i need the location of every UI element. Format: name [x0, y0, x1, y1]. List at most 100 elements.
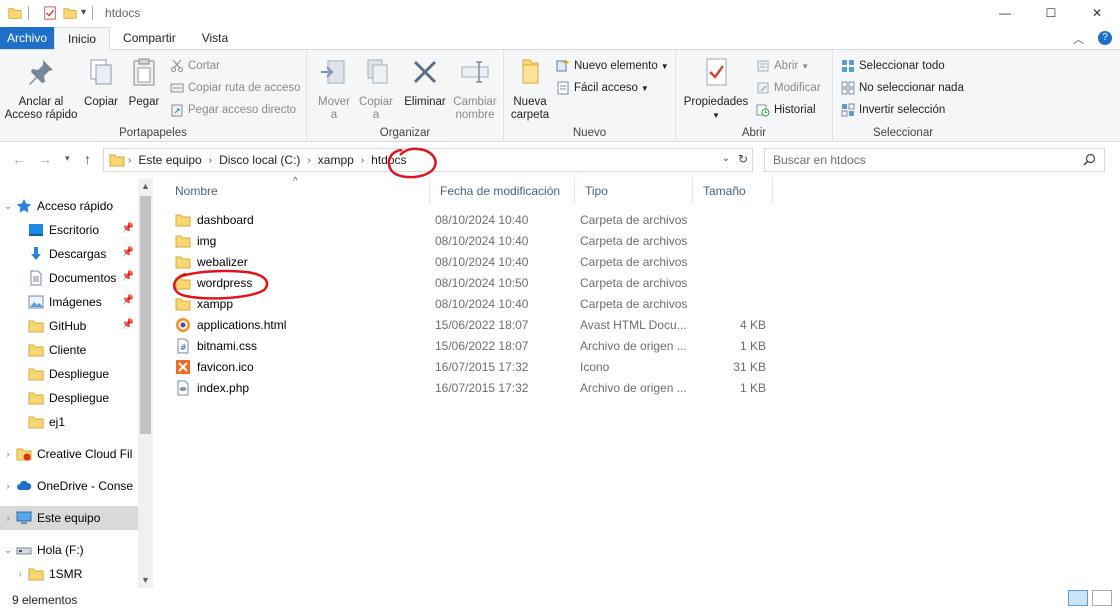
scroll-down-icon[interactable]: ▼ [141, 575, 150, 585]
new-folder-button[interactable]: Nueva carpeta [508, 56, 552, 122]
large-icons-view-button[interactable] [1092, 590, 1112, 606]
collapsed-chevron-icon[interactable]: › [0, 481, 16, 492]
new-folder-icon[interactable] [63, 6, 77, 20]
nav-item-desktop[interactable]: Escritorio 📌 [0, 218, 138, 242]
pin-icon[interactable]: 📌 [122, 295, 134, 306]
customize-quick-access-icon[interactable]: ▾ [81, 7, 86, 18]
nav-drive-f[interactable]: ⌄ Hola (F:) [0, 538, 138, 562]
breadcrumb-this-pc[interactable]: Este equipo [138, 153, 201, 167]
select-none-button[interactable]: No seleccionar nada [841, 79, 964, 97]
column-header-name[interactable]: Nombre [165, 178, 430, 204]
breadcrumb-separator-icon[interactable]: › [307, 155, 310, 166]
tab-view[interactable]: Vista [189, 27, 241, 49]
copy-button[interactable]: Copiar [82, 56, 120, 109]
nav-item-cliente[interactable]: Cliente [0, 338, 138, 362]
breadcrumb-separator-icon[interactable]: › [209, 155, 212, 166]
nav-item-documents[interactable]: Documentos 📌 [0, 266, 138, 290]
collapse-ribbon-icon[interactable]: ︿ [1073, 31, 1084, 47]
edit-button[interactable]: Modificar [756, 79, 821, 97]
column-header-type[interactable]: Tipo [575, 178, 693, 204]
nav-onedrive[interactable]: › OneDrive - Conse [0, 474, 138, 498]
open-button[interactable]: Abrir ▼ [756, 57, 809, 75]
file-name-cell[interactable]: applications.html [175, 314, 425, 335]
history-button[interactable]: Historial [756, 101, 816, 119]
pin-quick-access-button[interactable]: Anclar al Acceso rápido [4, 56, 78, 122]
file-row[interactable]: webalizer 08/10/2024 10:40 Carpeta de arch… [165, 251, 775, 272]
breadcrumb-local-disk[interactable]: Disco local (C:) [219, 153, 300, 167]
scroll-up-icon[interactable]: ▲ [141, 181, 150, 191]
pin-icon[interactable]: 📌 [122, 271, 134, 282]
file-name-cell[interactable]: wordpress [175, 272, 425, 293]
rename-button[interactable]: Cambiar nombre [451, 56, 499, 122]
file-name-cell[interactable]: # bitnami.css [175, 335, 425, 356]
file-row[interactable]: # bitnami.css 15/06/2022 18:07 Archivo de o… [165, 335, 775, 356]
file-row[interactable]: wordpress 08/10/2024 10:50 Carpeta de arch… [165, 272, 775, 293]
file-name-cell[interactable]: img [175, 230, 425, 251]
nav-item-despliegue-2[interactable]: Despliegue [0, 386, 138, 410]
copy-to-button[interactable]: Copiar a [357, 56, 395, 122]
file-name-cell[interactable]: xampp [175, 293, 425, 314]
details-view-button[interactable] [1068, 590, 1088, 606]
breadcrumb-xampp[interactable]: xampp [318, 153, 354, 167]
file-name-cell[interactable]: webalizer [175, 251, 425, 272]
properties-checkmark-icon[interactable] [43, 5, 57, 20]
file-name-cell[interactable]: dashboard [175, 209, 425, 230]
pin-icon[interactable]: 📌 [122, 319, 134, 330]
file-name-cell[interactable]: favicon.ico [175, 356, 425, 377]
help-icon[interactable]: ? [1098, 31, 1112, 45]
easy-access-button[interactable]: Fácil acceso ▼ [556, 79, 649, 97]
breadcrumb-separator-icon[interactable]: › [361, 155, 364, 166]
maximize-button[interactable]: ☐ [1028, 0, 1074, 25]
file-row[interactable]: xampp 08/10/2024 10:40 Carpeta de archivos [165, 293, 775, 314]
file-row[interactable]: applications.html 15/06/2022 18:07 Avast H… [165, 314, 775, 335]
collapsed-chevron-icon[interactable]: › [0, 449, 16, 460]
column-header-size[interactable]: Tamaño [693, 178, 773, 204]
file-row[interactable]: favicon.ico 16/07/2015 17:32 Icono 31 KB [165, 356, 775, 377]
recent-locations-chevron-icon[interactable]: ▾ [65, 153, 70, 164]
properties-button[interactable]: Propiedades ▼ [680, 56, 752, 122]
paste-shortcut-button[interactable]: Pegar acceso directo [170, 101, 296, 119]
address-bar[interactable]: › Este equipo › Disco local (C:) › xampp… [103, 148, 753, 172]
minimize-button[interactable]: — [982, 0, 1028, 25]
nav-this-pc[interactable]: › Este equipo [0, 506, 138, 530]
tab-file[interactable]: Archivo [0, 27, 55, 49]
file-row[interactable]: dashboard 08/10/2024 10:40 Carpeta de arch… [165, 209, 775, 230]
column-header-date[interactable]: Fecha de modificación [430, 178, 575, 204]
invert-selection-button[interactable]: Invertir selección [841, 101, 945, 119]
address-dropdown-icon[interactable]: ⌄ [722, 153, 730, 164]
close-button[interactable]: ✕ [1074, 0, 1120, 25]
expanded-chevron-icon[interactable]: ⌄ [0, 201, 16, 212]
collapsed-chevron-icon[interactable]: › [0, 513, 16, 524]
nav-item-1smr[interactable]: › 1SMR [0, 562, 138, 586]
search-input[interactable]: Buscar en htdocs [764, 148, 1105, 172]
nav-creative-cloud[interactable]: › Creative Cloud Fil [0, 442, 138, 466]
nav-item-ej1[interactable]: ej1 [0, 410, 138, 434]
select-all-button[interactable]: Seleccionar todo [841, 57, 945, 75]
nav-item-github[interactable]: GitHub 📌 [0, 314, 138, 338]
scrollbar-thumb[interactable] [140, 196, 151, 434]
file-row[interactable]: img 08/10/2024 10:40 Carpeta de archivos [165, 230, 775, 251]
breadcrumb-separator-icon[interactable]: › [128, 155, 131, 166]
breadcrumb-htdocs[interactable]: htdocs [371, 153, 406, 167]
nav-item-despliegue[interactable]: Despliegue [0, 362, 138, 386]
file-name-cell[interactable]: index.php [175, 377, 425, 398]
pin-icon[interactable]: 📌 [122, 247, 134, 258]
refresh-icon[interactable]: ↻ [738, 152, 748, 166]
up-arrow-icon[interactable]: ↑ [84, 151, 91, 167]
collapsed-chevron-icon[interactable]: › [12, 569, 28, 580]
back-arrow-icon[interactable]: ← [12, 151, 26, 167]
tab-home[interactable]: Inicio [54, 27, 111, 50]
new-item-button[interactable]: Nuevo elemento ▼ [556, 57, 669, 75]
expanded-chevron-icon[interactable]: ⌄ [0, 545, 16, 556]
file-row[interactable]: index.php 16/07/2015 17:32 Archivo de orig… [165, 377, 775, 398]
search-icon[interactable] [1083, 153, 1096, 166]
copy-path-button[interactable]: Copiar ruta de acceso [170, 79, 301, 97]
forward-arrow-icon[interactable]: → [38, 151, 52, 167]
paste-button[interactable]: Pegar [124, 56, 164, 109]
delete-button[interactable]: Eliminar [401, 56, 449, 109]
nav-item-pictures[interactable]: Imágenes 📌 [0, 290, 138, 314]
pin-icon[interactable]: 📌 [122, 223, 134, 234]
move-to-button[interactable]: Mover a [315, 56, 353, 122]
nav-quick-access[interactable]: ⌄ Acceso rápido [0, 194, 138, 218]
tab-share[interactable]: Compartir [110, 27, 189, 49]
